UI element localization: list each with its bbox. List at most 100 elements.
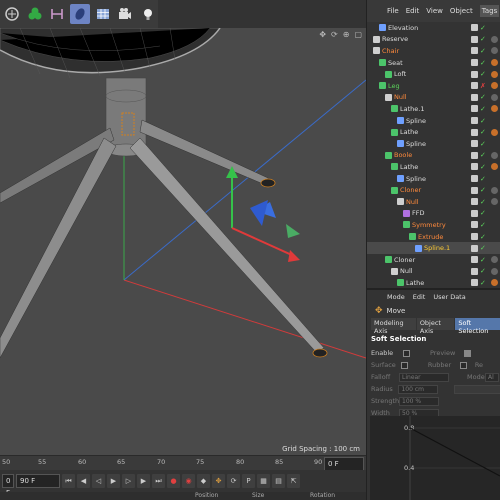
menu-object[interactable]: Object (450, 7, 473, 15)
object-row[interactable]: Null ✓ (367, 196, 500, 208)
layer-toggle[interactable] (471, 93, 478, 101)
film-icon[interactable]: ▤ (272, 474, 285, 488)
tag-icon[interactable] (491, 82, 498, 90)
falloff-dropdown[interactable]: Linear (399, 372, 449, 382)
radius-field[interactable]: 100 cm (398, 384, 438, 394)
layer-toggle[interactable] (471, 117, 478, 125)
tag-icon[interactable] (491, 279, 498, 287)
menu-edit[interactable]: Edit (406, 7, 420, 15)
go-end-icon[interactable]: ⏭ (152, 474, 165, 488)
pointer-icon[interactable]: ⇱ (287, 474, 300, 488)
chair-scene[interactable] (0, 28, 366, 455)
enabled-check-icon[interactable]: ✓ (480, 233, 486, 241)
strength-field[interactable]: 100 % (399, 396, 439, 406)
tag-icon[interactable] (491, 267, 498, 275)
tab-object-axis[interactable]: Object Axis (416, 318, 455, 335)
object-row[interactable]: Extrude ✓ (367, 231, 500, 243)
tag-icon[interactable] (491, 256, 498, 264)
object-row[interactable]: Cloner ✓ (367, 254, 500, 266)
enabled-check-icon[interactable]: ✓ (480, 267, 486, 275)
move-view-icon[interactable]: ✥ (319, 30, 326, 39)
tag-icon[interactable] (491, 47, 498, 55)
3d-viewport[interactable]: ✥ ⟳ ⊕ ▢ Grid Spacing : 100 cm (0, 28, 366, 455)
play-icon[interactable]: ▶ (107, 474, 120, 488)
preview-checkbox[interactable] (464, 349, 471, 357)
enabled-check-icon[interactable]: ✓ (480, 59, 486, 67)
layer-toggle[interactable] (471, 140, 478, 148)
layer-toggle[interactable] (471, 105, 478, 113)
tag-icon[interactable] (491, 198, 498, 206)
tag-icon[interactable] (491, 151, 498, 159)
frame-end-field[interactable]: 90 F (16, 474, 60, 488)
camera-icon[interactable] (116, 4, 136, 24)
tag-icon[interactable] (491, 105, 498, 113)
keyframe-icon[interactable]: ◆ (197, 474, 210, 488)
enabled-check-icon[interactable]: ✓ (480, 221, 486, 229)
prev-key-icon[interactable]: ◀ (77, 474, 90, 488)
enabled-check-icon[interactable]: ✓ (480, 256, 486, 264)
menu-user-data[interactable]: User Data (433, 293, 465, 301)
object-row[interactable]: Lathe ✓ (367, 126, 500, 138)
enabled-check-icon[interactable]: ✓ (480, 151, 486, 159)
enabled-check-icon[interactable]: ✓ (480, 47, 486, 55)
enabled-check-icon[interactable]: ✓ (480, 186, 486, 194)
object-row[interactable]: Seat ✓ (367, 57, 500, 69)
falloff-graph[interactable]: 0.8 0.4 (370, 416, 500, 500)
enabled-check-icon[interactable]: ✓ (480, 163, 486, 171)
object-row[interactable]: Cloner ✓ (367, 184, 500, 196)
menu-file[interactable]: File (387, 7, 399, 15)
rotate-key-icon[interactable]: ⟳ (227, 474, 240, 488)
object-row[interactable]: Boole ✓ (367, 150, 500, 162)
tab-modeling-axis[interactable]: Modeling Axis (371, 318, 416, 335)
enabled-check-icon[interactable]: ✓ (480, 70, 486, 78)
grid-icon[interactable] (93, 4, 113, 24)
object-row[interactable]: Lathe.1 ✓ (367, 103, 500, 115)
surface-checkbox[interactable] (401, 361, 408, 369)
grid-key-icon[interactable]: ▦ (257, 474, 270, 488)
tag-icon[interactable] (491, 163, 498, 171)
object-row[interactable]: Lathe ✓ (367, 161, 500, 173)
enabled-check-icon[interactable]: ✓ (480, 140, 486, 148)
layer-toggle[interactable] (471, 163, 478, 171)
layer-toggle[interactable] (471, 175, 478, 183)
menu-edit-attr[interactable]: Edit (413, 293, 426, 301)
autokey-icon[interactable]: ◉ (182, 474, 195, 488)
layer-toggle[interactable] (471, 128, 478, 136)
enabled-check-icon[interactable]: ✓ (480, 198, 486, 206)
menu-mode[interactable]: Mode (387, 293, 405, 301)
tag-icon[interactable] (491, 59, 498, 67)
disabled-cross-icon[interactable]: ✗ (480, 82, 486, 90)
current-frame-field[interactable]: 0 F (324, 457, 364, 471)
maximize-icon[interactable]: ▢ (354, 30, 362, 39)
next-frame-icon[interactable]: ▷ (122, 474, 135, 488)
tag-icon[interactable] (491, 70, 498, 78)
mode-dropdown[interactable]: Al (485, 372, 499, 382)
menu-tags[interactable]: Tags (479, 5, 500, 17)
layer-toggle[interactable] (471, 186, 478, 194)
layer-toggle[interactable] (471, 221, 478, 229)
object-row[interactable]: Spline.1 ✓ (367, 242, 500, 254)
enabled-check-icon[interactable]: ✓ (480, 93, 486, 101)
prev-frame-icon[interactable]: ◁ (92, 474, 105, 488)
tag-icon[interactable] (491, 93, 498, 101)
light-icon[interactable] (138, 4, 158, 24)
layer-toggle[interactable] (471, 209, 478, 217)
layer-toggle[interactable] (471, 233, 478, 241)
layer-toggle[interactable] (471, 279, 478, 287)
frame-start-field[interactable]: 0 F (2, 474, 14, 497)
enabled-check-icon[interactable]: ✓ (480, 244, 486, 252)
axis-mode-icon[interactable] (47, 4, 67, 24)
next-key-icon[interactable]: ▶ (137, 474, 150, 488)
radius-slider[interactable] (453, 384, 500, 394)
object-row[interactable]: Spline ✓ (367, 138, 500, 150)
enabled-check-icon[interactable]: ✓ (480, 35, 486, 43)
layer-toggle[interactable] (471, 24, 478, 32)
object-row[interactable]: Reserve ✓ (367, 34, 500, 46)
model-mode-icon[interactable] (2, 4, 22, 24)
tag-icon[interactable] (491, 186, 498, 194)
enabled-check-icon[interactable]: ✓ (480, 128, 486, 136)
object-row[interactable]: Loft ✓ (367, 68, 500, 80)
tag-icon[interactable] (491, 128, 498, 136)
layer-toggle[interactable] (471, 244, 478, 252)
go-start-icon[interactable]: ⏮ (62, 474, 75, 488)
